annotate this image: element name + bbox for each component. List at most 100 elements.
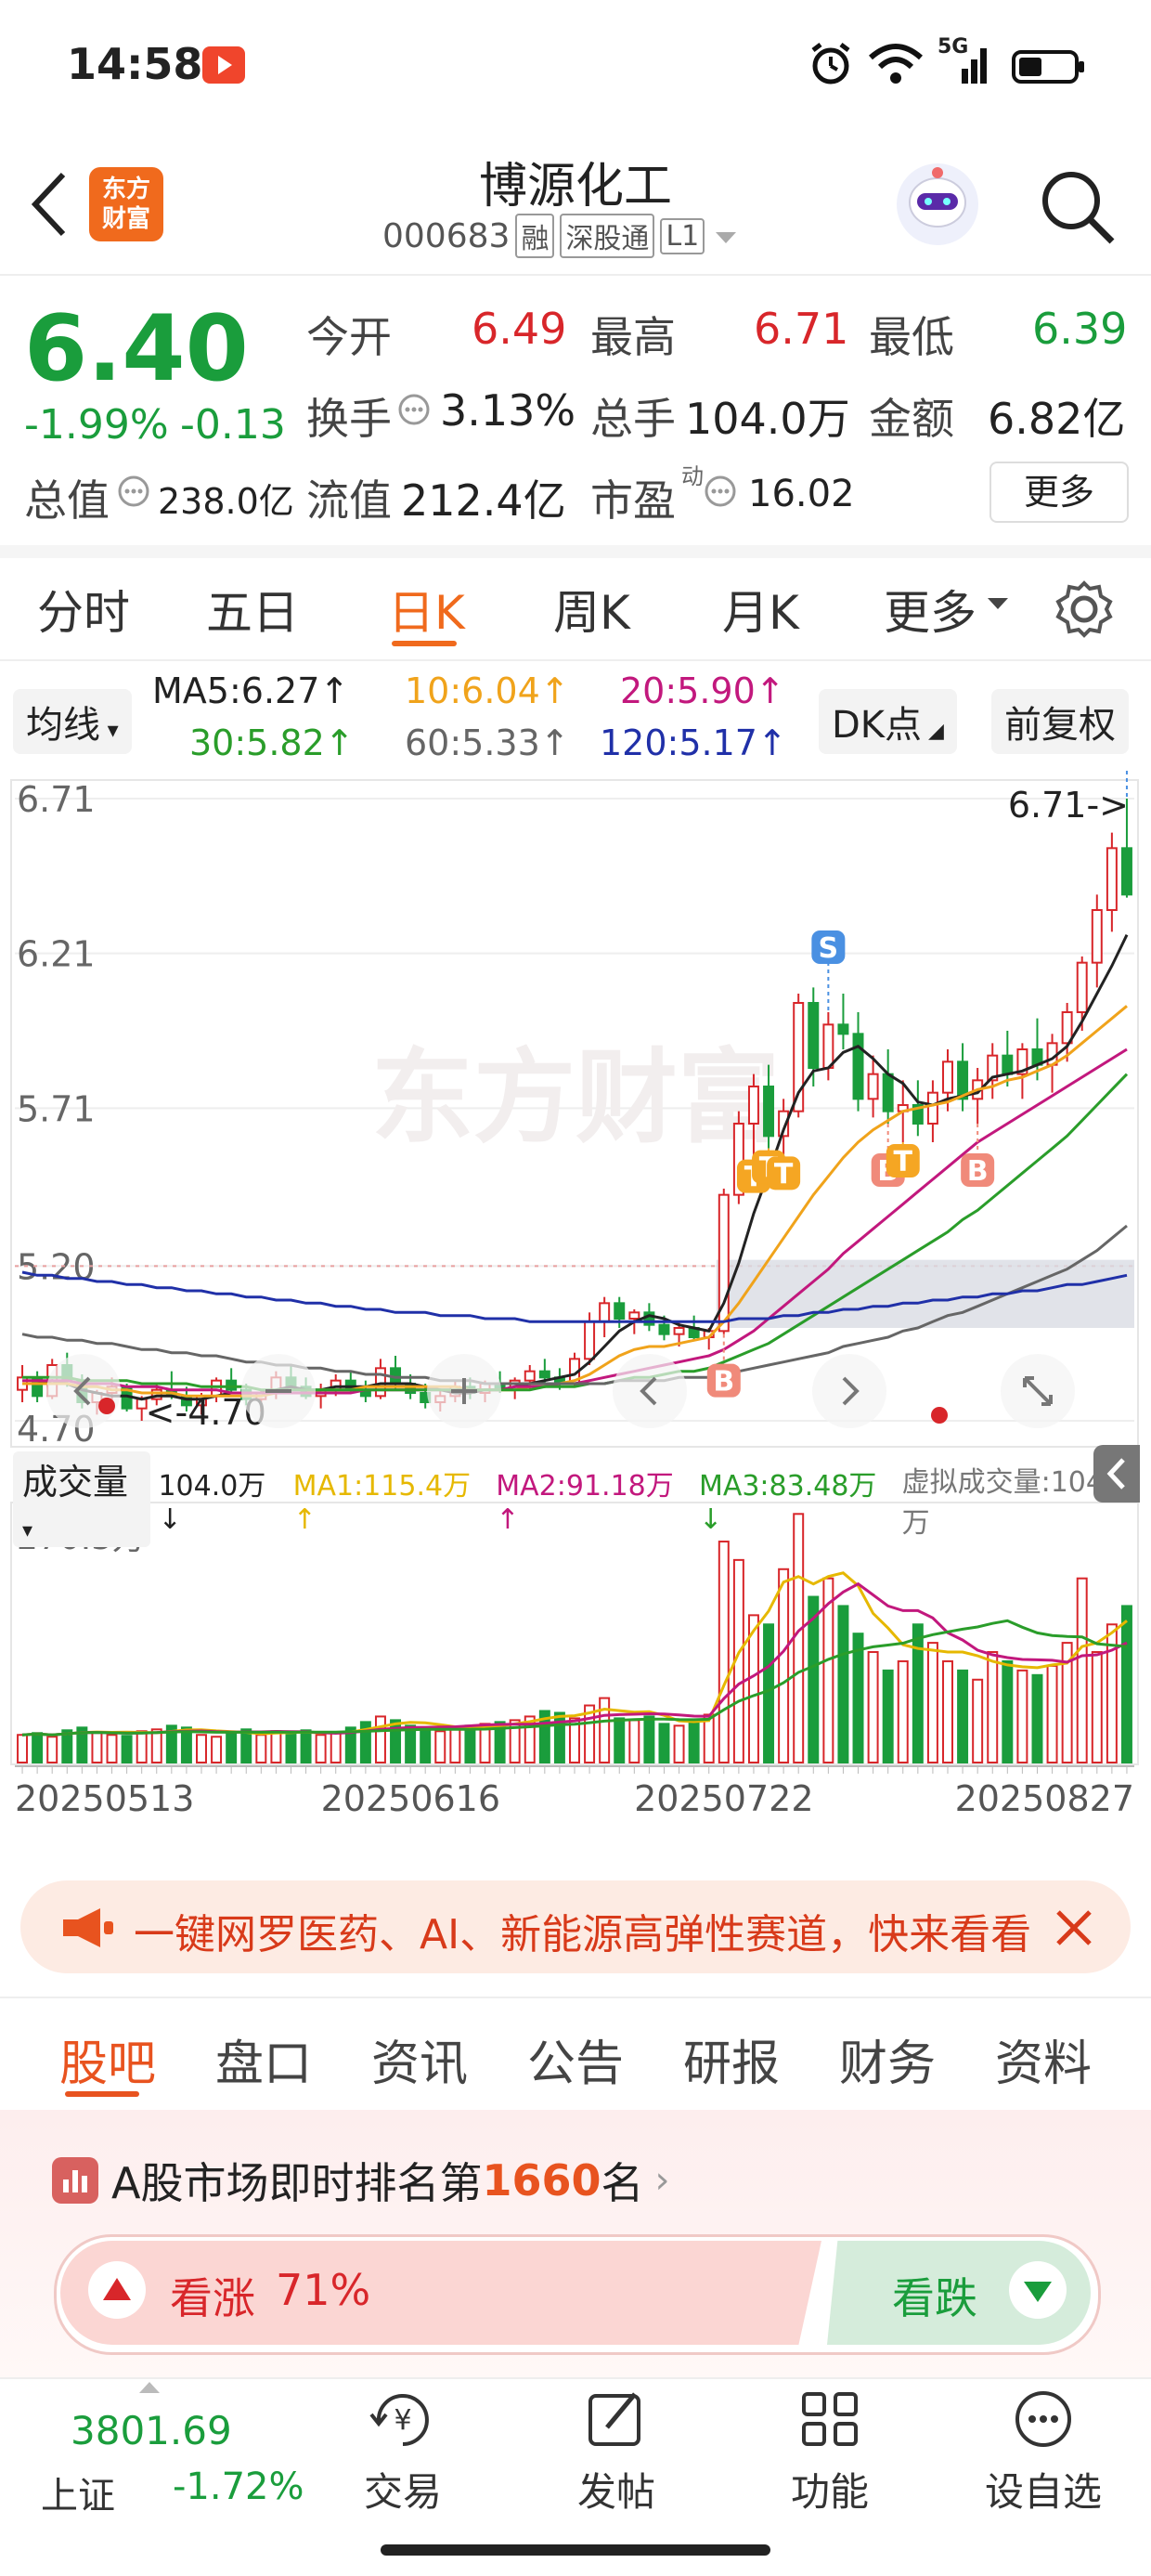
volume-bar: [32, 1732, 44, 1764]
megaphone-icon: [58, 1905, 117, 1955]
market-cap-label: 总值: [24, 475, 110, 526]
market-rank-row[interactable]: A股市场即时排名第 1660 名 ›: [52, 2150, 670, 2211]
y-tick-label: 5.71: [17, 1088, 96, 1129]
market-cap-value: 238.0亿: [158, 481, 294, 522]
down-triangle-icon[interactable]: [1009, 2261, 1067, 2319]
tab-order-book[interactable]: 盘口: [215, 2024, 312, 2094]
volume-bar: [315, 1734, 327, 1763]
volume-bar: [553, 1711, 565, 1763]
candle-body: [628, 1311, 640, 1320]
candle-body: [226, 1379, 238, 1391]
more-button[interactable]: 更多: [989, 462, 1129, 523]
gear-icon[interactable]: [1053, 578, 1116, 644]
functions-button[interactable]: 功能: [737, 2387, 923, 2517]
alarm-icon: [808, 41, 854, 91]
candle-body: [1106, 847, 1118, 911]
tab-research[interactable]: 研报: [683, 2024, 780, 2094]
trade-button[interactable]: ¥ 交易: [310, 2387, 496, 2517]
candle-body: [614, 1302, 626, 1320]
volume-bar: [1046, 1664, 1058, 1763]
volume-bar: [255, 1734, 267, 1763]
trade-label: 交易: [363, 2469, 442, 2515]
expand-icon[interactable]: [1001, 1354, 1075, 1428]
candle-body: [524, 1370, 536, 1382]
robot-assistant-icon[interactable]: [893, 160, 982, 253]
candle-body: [1120, 847, 1132, 896]
minus-icon[interactable]: [241, 1354, 316, 1428]
tab-forum[interactable]: 股吧: [59, 2024, 156, 2094]
pe-label: 市盈: [590, 475, 676, 526]
battery-icon: [1012, 50, 1086, 87]
volume-bar: [374, 1715, 386, 1764]
active-tab-indicator: [65, 2091, 139, 2097]
volume-bar: [464, 1724, 476, 1763]
wifi-icon: [867, 41, 925, 91]
volume-bar: [867, 1651, 879, 1763]
tab-weekly-k[interactable]: 周K: [553, 576, 630, 643]
tab-news[interactable]: 资讯: [371, 2024, 468, 2094]
stock-header: 东方 财富 博源化工 000683 融 深股通 L1: [0, 139, 1151, 276]
info-circle-icon[interactable]: [397, 393, 431, 430]
up-triangle-icon[interactable]: [88, 2261, 146, 2319]
ma-selector[interactable]: 均线 ▾: [13, 689, 132, 754]
chevron-down-icon: [986, 594, 1010, 617]
add-watchlist-button[interactable]: 设自选: [951, 2387, 1136, 2517]
ma120-label: 120:5.17↑: [600, 722, 787, 763]
volume-bar: [1031, 1673, 1043, 1763]
kline-chart[interactable]: 6.716.215.715.204.70东方财富6.71-><-4.70BTTT…: [0, 771, 1151, 1857]
change-percent: -1.99%: [24, 401, 169, 449]
plus-icon[interactable]: [427, 1354, 501, 1428]
volume-bar: [1016, 1669, 1028, 1763]
info-circle-icon[interactable]: [704, 475, 737, 512]
promo-banner[interactable]: 一键网罗医药、AI、新能源高弹性赛道，快来看看: [20, 1880, 1131, 1973]
volume-bar: [882, 1669, 894, 1763]
dk-point-button[interactable]: DK点 ◢: [819, 689, 957, 754]
more-dots-icon: [1015, 2391, 1071, 2447]
search-icon[interactable]: [1038, 167, 1118, 251]
volume-bar: [763, 1623, 775, 1763]
chevron-right-icon[interactable]: [812, 1354, 886, 1428]
close-icon[interactable]: [1051, 1905, 1097, 1955]
stock-code-row[interactable]: 000683 融 深股通 L1: [382, 214, 738, 258]
tab-five-day[interactable]: 五日: [206, 576, 299, 643]
post-button[interactable]: 发帖: [524, 2387, 709, 2517]
candle-body: [882, 1073, 894, 1112]
float-cap-label: 流值: [306, 475, 392, 526]
candle-body: [926, 1091, 938, 1125]
tab-profile[interactable]: 资料: [995, 2024, 1092, 2094]
tab-monthly-k[interactable]: 月K: [722, 576, 799, 643]
collapse-panel-button[interactable]: [1093, 1445, 1140, 1503]
candle-body: [763, 1086, 775, 1138]
volume-label: 总手: [590, 394, 676, 444]
float-cap-value: 212.4亿: [401, 475, 566, 526]
status-bar: 14:58 5G: [0, 0, 1151, 139]
vol-ma3-label: MA3:83.48万↓: [698, 1470, 877, 1536]
info-circle-icon[interactable]: [117, 475, 150, 512]
volume-bar: [136, 1730, 148, 1763]
chevron-left-icon[interactable]: [46, 1354, 121, 1428]
forward-adjust-button[interactable]: 前复权: [991, 689, 1129, 754]
tab-daily-k[interactable]: 日K: [388, 576, 465, 643]
tab-intraday[interactable]: 分时: [37, 576, 130, 643]
high-value: 6.71: [754, 304, 849, 354]
volume-bar: [106, 1734, 118, 1763]
tab-more[interactable]: 更多: [884, 576, 976, 643]
volume-bar: [942, 1659, 953, 1763]
stock-code: 000683: [382, 216, 511, 255]
volume-selector[interactable]: 成交量 ▾: [13, 1451, 151, 1547]
volume-bar: [926, 1642, 938, 1764]
tab-announcements[interactable]: 公告: [527, 2024, 624, 2094]
tab-financials[interactable]: 财务: [839, 2024, 936, 2094]
post-label: 发帖: [576, 2469, 655, 2515]
volume-bar: [628, 1719, 640, 1763]
y-tick-label: 6.21: [17, 934, 96, 975]
volume-bar: [643, 1715, 655, 1764]
volume-bar: [226, 1732, 238, 1764]
rank-suffix: 名: [601, 2158, 644, 2208]
volume-bar: [270, 1730, 282, 1763]
candle-body: [374, 1367, 386, 1398]
chevron-left-icon[interactable]: [613, 1354, 687, 1428]
volume-bar: [1002, 1659, 1014, 1763]
candle-body: [747, 1086, 759, 1125]
open-value: 6.49: [472, 304, 567, 354]
